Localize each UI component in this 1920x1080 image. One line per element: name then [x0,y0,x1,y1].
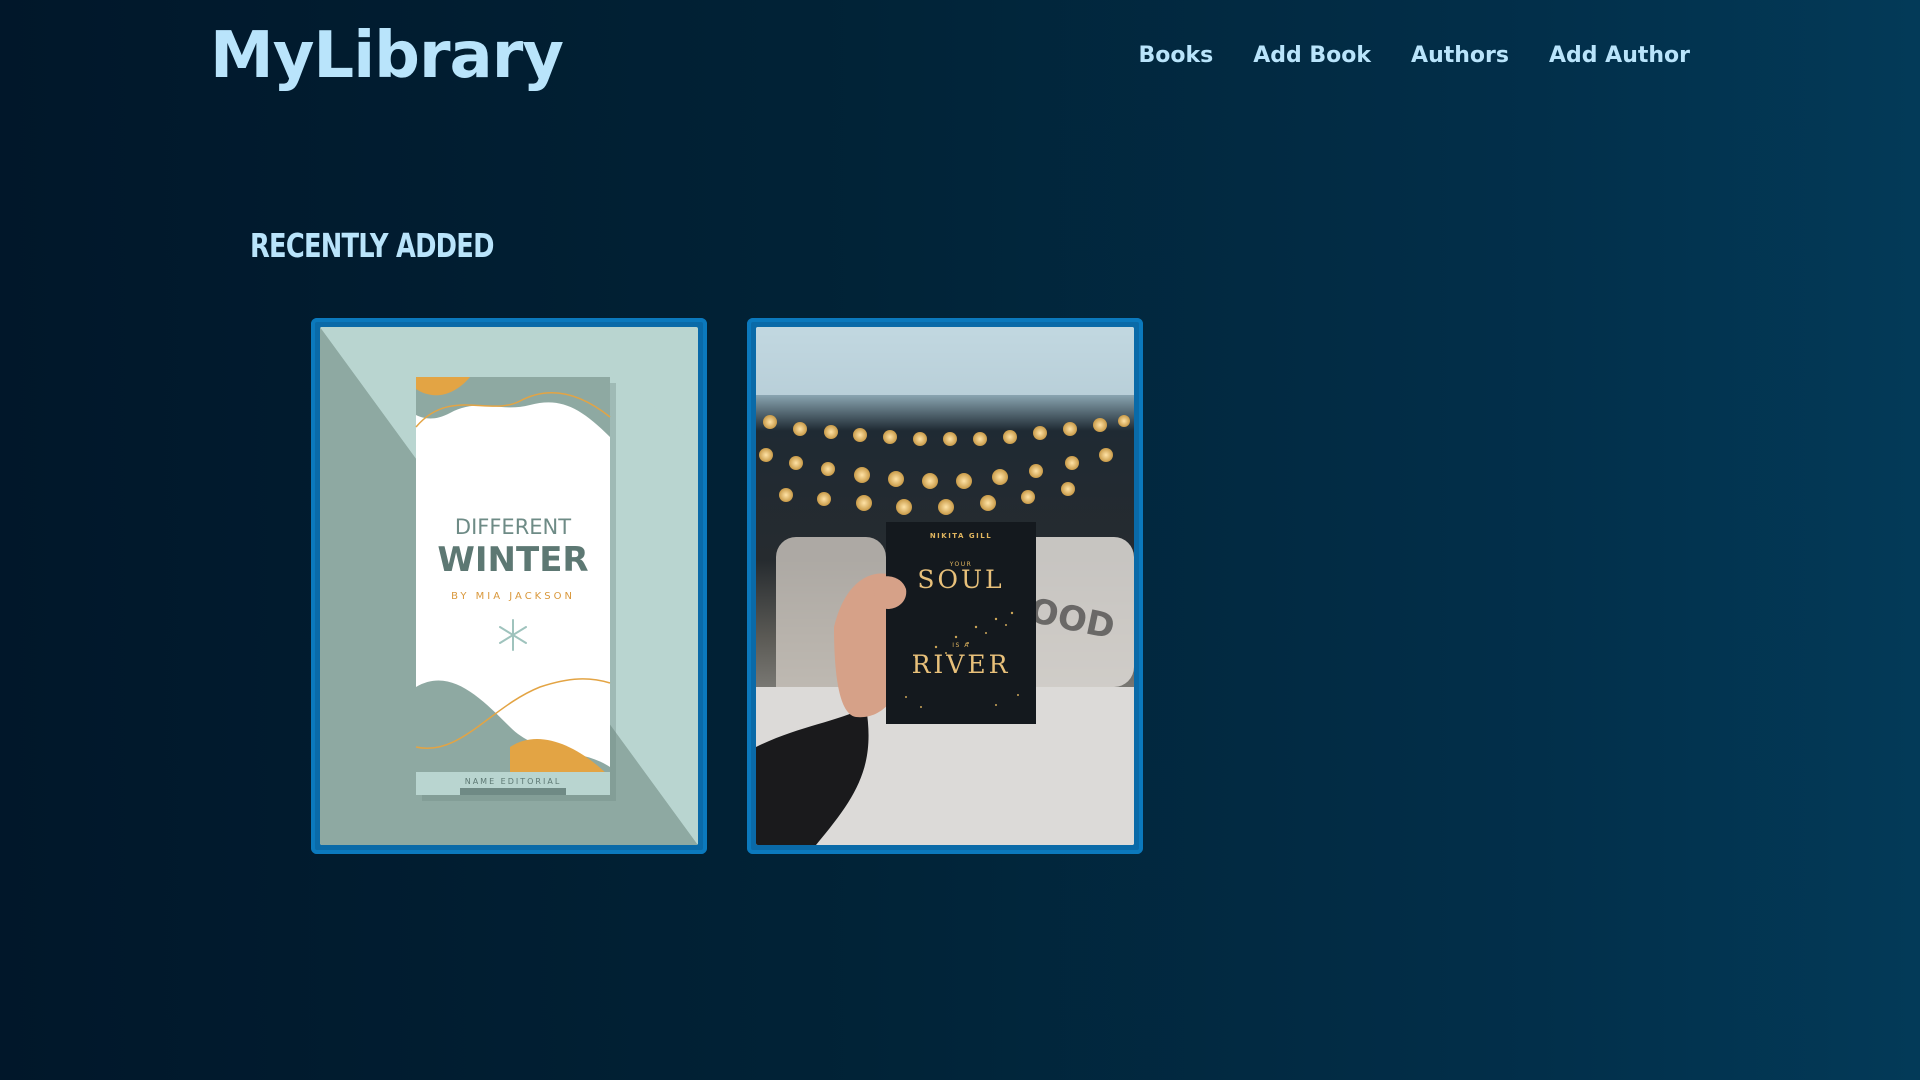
cover-small-text-2: IS A [952,642,970,649]
nav-link-books[interactable]: Books [1139,40,1214,72]
main-nav: Books Add Book Authors Add Author [1139,40,1691,72]
nav-link-add-book[interactable]: Add Book [1253,40,1371,72]
nav-link-authors[interactable]: Authors [1411,40,1509,72]
book-card-different-winter[interactable]: DIFFERENT WINTER BY MIA JACKSON NAME EDI… [311,318,707,854]
recent-books-grid: DIFFERENT WINTER BY MIA JACKSON NAME EDI… [311,318,1143,854]
cover-author: BY MIA JACKSON [451,591,575,602]
cover-title-line1: SOUL [917,565,1004,594]
nav-link-add-author[interactable]: Add Author [1549,40,1690,72]
site-header: MyLibrary Books Add Book Authors Add Aut… [0,0,1920,120]
book-cover-image: GOOD NIKITA GILL YOUR SOUL IS A RIVER [756,327,1134,845]
brand-logo-link[interactable]: MyLibrary [210,18,564,94]
section-title-recently-added: Recently Added [250,226,494,265]
cover-title-line1: DIFFERENT [455,515,571,539]
book-cover-image: DIFFERENT WINTER BY MIA JACKSON NAME EDI… [320,327,698,845]
cover-publisher: NAME EDITORIAL [465,777,562,786]
book-card-your-soul-is-a-river[interactable]: GOOD NIKITA GILL YOUR SOUL IS A RIVER [747,318,1143,854]
held-book: NIKITA GILL YOUR SOUL IS A RIVER [886,522,1036,724]
cover-title-line2: RIVER [912,650,1011,679]
cover-author: NIKITA GILL [930,532,992,540]
cover-title-line2: WINTER [437,540,588,580]
